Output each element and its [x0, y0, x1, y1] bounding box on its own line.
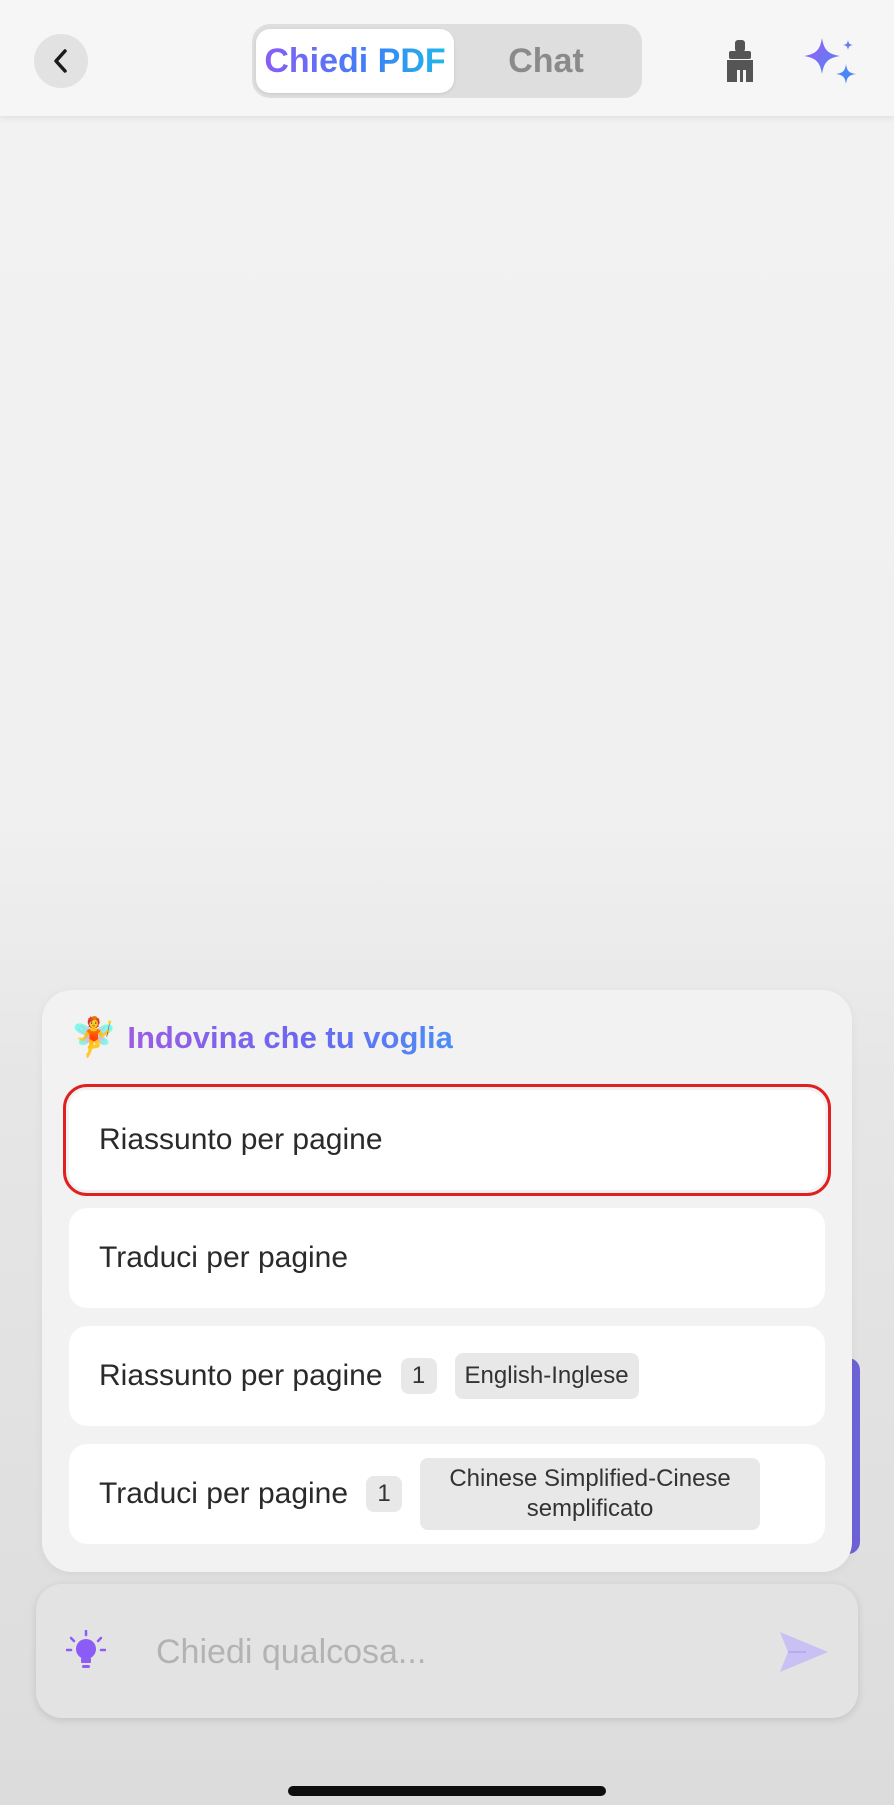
mode-segmented-control: Chiedi PDF Chat [252, 24, 642, 98]
suggestion-label: Riassunto per pagine [99, 1123, 383, 1156]
tab-chiedi-pdf[interactable]: Chiedi PDF [256, 29, 454, 93]
ai-sparkle-button[interactable] [802, 34, 862, 90]
chat-input[interactable] [154, 1620, 718, 1684]
chat-input-bar [36, 1584, 858, 1718]
tab-chat-label: Chat [508, 41, 584, 80]
language-badge: Chinese Simplified-Cinese semplificato [420, 1458, 761, 1530]
suggestions-title-text: Indovina che tu voglia [127, 1020, 453, 1055]
tab-chat[interactable]: Chat [454, 29, 638, 93]
suggestion-label: Riassunto per pagine [99, 1359, 383, 1392]
top-bar: Chiedi PDF Chat [0, 0, 894, 116]
send-icon [780, 1632, 828, 1672]
page-number-badge: 1 [400, 1358, 437, 1394]
language-badge: English-Inglese [454, 1353, 639, 1399]
suggestion-summary-page-language[interactable]: Riassunto per pagine 1 English-Inglese [69, 1326, 825, 1426]
fairy-icon: 🧚 [70, 1017, 118, 1059]
suggestion-summary-by-pages[interactable]: Riassunto per pagine [63, 1084, 831, 1196]
suggestion-label: Traduci per pagine [99, 1241, 349, 1274]
lightbulb-button[interactable] [65, 1629, 107, 1674]
send-button[interactable] [778, 1628, 830, 1676]
home-indicator [288, 1786, 606, 1796]
broom-icon [727, 40, 753, 82]
suggestion-translate-by-pages[interactable]: Traduci per pagine [69, 1208, 825, 1308]
back-button[interactable] [34, 34, 88, 88]
sparkle-icon [804, 38, 856, 84]
suggestion-label: Traduci per pagine [99, 1477, 349, 1510]
tab-chiedi-pdf-label: Chiedi PDF [264, 41, 446, 80]
chevron-left-icon [54, 49, 67, 73]
page-number-badge: 1 [366, 1476, 403, 1512]
lightbulb-icon [65, 1629, 107, 1668]
suggestions-card: 🧚 Indovina che tu voglia Riassunto per p… [42, 990, 852, 1572]
clear-chat-button[interactable] [718, 38, 762, 86]
suggestion-translate-page-language[interactable]: Traduci per pagine 1 Chinese Simplified-… [69, 1444, 825, 1544]
suggestions-title: 🧚 Indovina che tu voglia [70, 1012, 453, 1064]
